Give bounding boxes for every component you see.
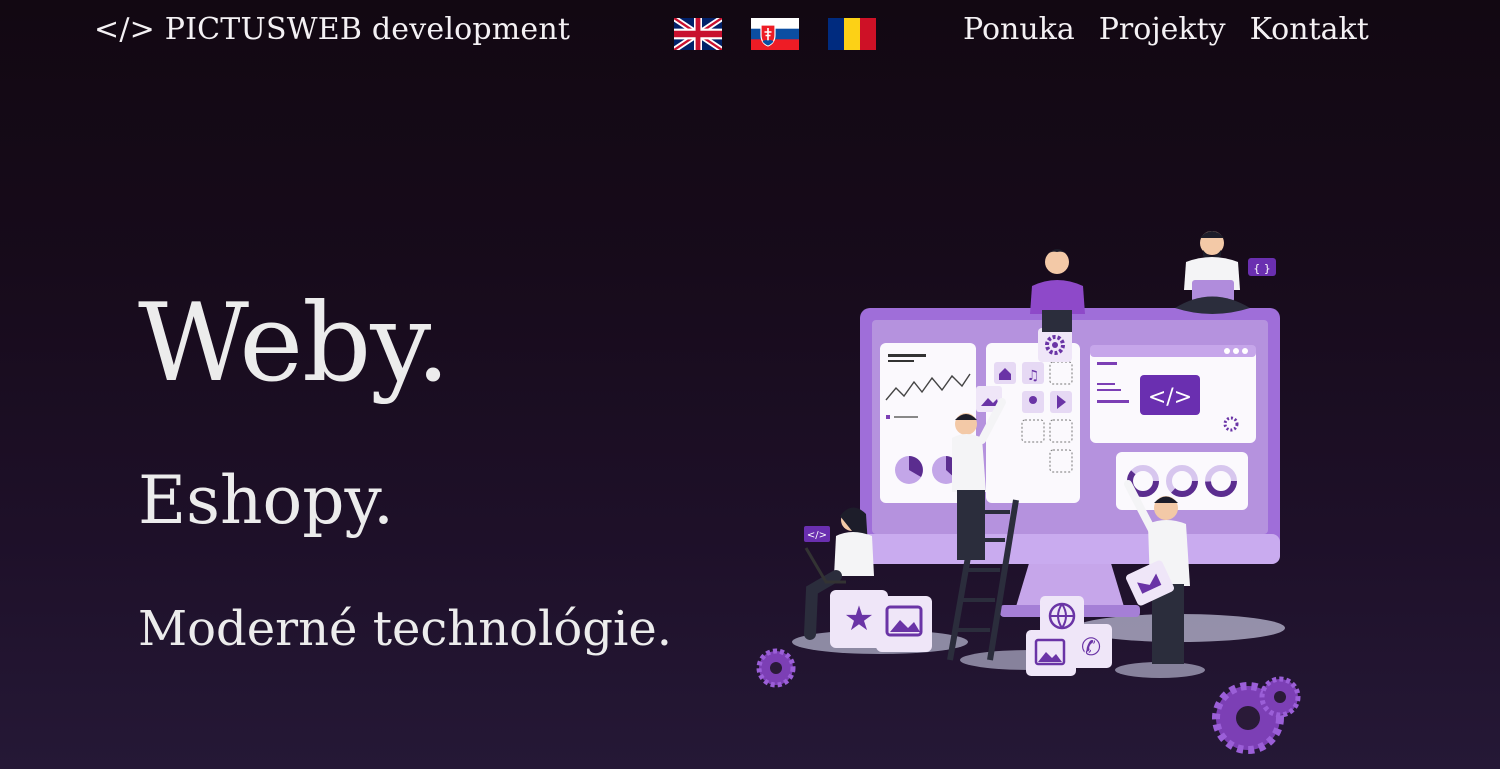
hero-subheadline: Eshopy.: [138, 462, 395, 539]
language-switcher: [674, 18, 876, 50]
svg-text:</>: </>: [807, 530, 827, 541]
romanian-flag-icon[interactable]: [828, 18, 876, 50]
gear-icon: [1259, 676, 1301, 718]
brand-logo[interactable]: </> PICTUSWEB development: [94, 12, 570, 47]
code-badge-text: </>: [1148, 385, 1192, 410]
svg-text:★: ★: [844, 599, 874, 639]
svg-text:♫: ♫: [1027, 368, 1040, 384]
nav-link-projekty[interactable]: Projekty: [1099, 12, 1226, 47]
braces-badge-text: { }: [1253, 262, 1271, 275]
english-flag-icon[interactable]: [674, 18, 722, 50]
slovak-flag-icon[interactable]: [751, 18, 799, 50]
hero-illustration: ♫ </> { } </> ★ ✆: [756, 231, 1301, 754]
nav-link-kontakt[interactable]: Kontakt: [1250, 12, 1369, 47]
gear-icon: [756, 648, 796, 688]
hero-headline: Weby.: [138, 281, 450, 406]
hero-tagline: Moderné technológie.: [138, 601, 672, 657]
nav-link-ponuka[interactable]: Ponuka: [963, 12, 1075, 47]
svg-text:✆: ✆: [1081, 633, 1101, 661]
main-navigation: Ponuka Projekty Kontakt: [963, 12, 1369, 47]
